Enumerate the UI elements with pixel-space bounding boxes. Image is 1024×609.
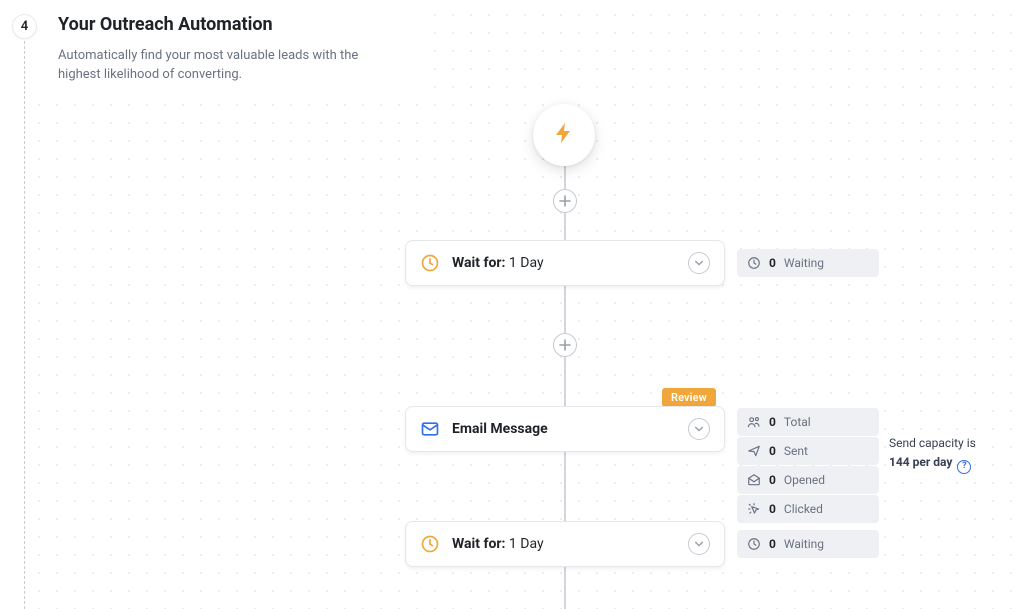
stat-count: 0 <box>769 502 776 516</box>
stat-label: Total <box>784 415 811 429</box>
clock-icon <box>747 537 761 551</box>
connector-line <box>564 567 566 609</box>
help-icon[interactable]: ? <box>957 460 971 474</box>
stat-clicked: 0 Clicked <box>737 495 879 523</box>
users-icon <box>747 415 761 429</box>
connector-line <box>564 452 566 521</box>
clock-icon <box>420 534 440 554</box>
section-header: Your Outreach Automation Automatically f… <box>58 14 994 85</box>
email-node[interactable]: Email Message <box>405 406 725 452</box>
stat-label: Clicked <box>784 502 823 516</box>
stat-total: 0 Total <box>737 408 879 436</box>
step-number: 4 <box>21 19 28 34</box>
stat-label: Sent <box>784 444 808 458</box>
bolt-icon <box>552 121 576 149</box>
clock-icon <box>420 253 440 273</box>
connector-line <box>564 213 566 240</box>
step-number-badge: 4 <box>12 14 37 39</box>
review-badge: Review <box>662 388 716 407</box>
add-step-button[interactable] <box>553 333 577 357</box>
stat-count: 0 <box>769 537 776 551</box>
stat-waiting: 0 Waiting <box>737 249 879 277</box>
add-step-button[interactable] <box>553 189 577 213</box>
clock-icon <box>747 256 761 270</box>
wait-node[interactable]: Wait for: 1 Day <box>405 240 725 286</box>
cursor-click-icon <box>747 502 761 516</box>
wait-node[interactable]: Wait for: 1 Day <box>405 521 725 567</box>
connector-line <box>564 166 566 189</box>
wait-node-label: Wait for: 1 Day <box>452 255 676 271</box>
mail-open-icon <box>747 473 761 487</box>
expand-node-button[interactable] <box>688 252 710 274</box>
send-capacity-note: Send capacity is 144 per day ? <box>889 434 1009 474</box>
mail-icon <box>420 419 440 439</box>
trigger-node[interactable] <box>533 104 595 166</box>
stat-waiting: 0 Waiting <box>737 530 879 558</box>
stat-count: 0 <box>769 473 776 487</box>
expand-node-button[interactable] <box>688 418 710 440</box>
connector-line <box>564 286 566 333</box>
stat-count: 0 <box>769 256 776 270</box>
wait-node-label: Wait for: 1 Day <box>452 536 676 552</box>
email-node-label: Email Message <box>452 421 676 437</box>
stat-opened: 0 Opened <box>737 466 879 494</box>
stat-count: 0 <box>769 415 776 429</box>
capacity-value: 144 per day <box>889 455 952 469</box>
page-subtitle: Automatically find your most valuable le… <box>58 47 398 85</box>
stat-label: Waiting <box>784 256 824 270</box>
page-title: Your Outreach Automation <box>58 14 994 35</box>
send-icon <box>747 444 761 458</box>
capacity-prefix: Send capacity is <box>889 436 976 450</box>
connector-line <box>564 357 566 406</box>
stat-label: Opened <box>784 473 825 487</box>
expand-node-button[interactable] <box>688 533 710 555</box>
stat-label: Waiting <box>784 537 824 551</box>
stat-sent: 0 Sent <box>737 437 879 465</box>
stat-count: 0 <box>769 444 776 458</box>
